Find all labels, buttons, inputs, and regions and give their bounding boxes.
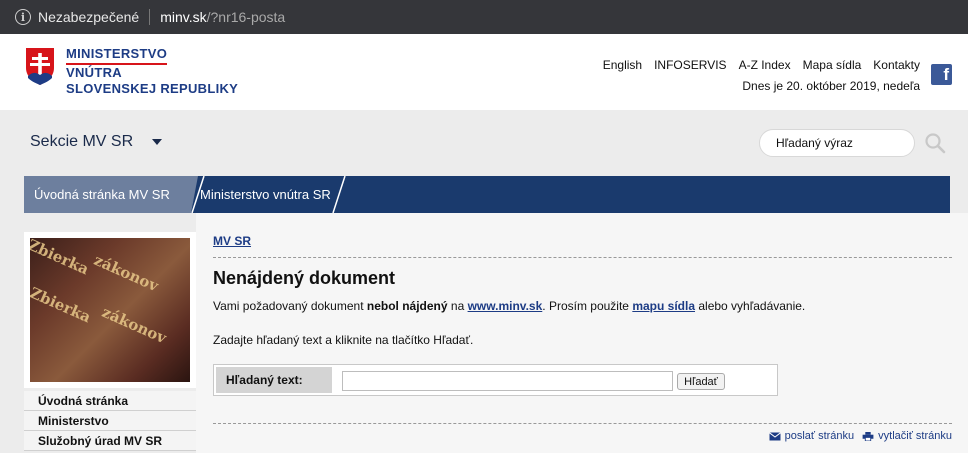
- nav-english[interactable]: English: [603, 58, 642, 72]
- logo-text: MINISTERSTVO VNÚTRA SLOVENSKEJ REPUBLIKY: [66, 46, 239, 96]
- ministry-logo[interactable]: MINISTERSTVO VNÚTRA SLOVENSKEJ REPUBLIKY: [24, 46, 238, 97]
- search-label: Hľadaný text:: [216, 367, 332, 393]
- info-icon[interactable]: i: [15, 9, 31, 25]
- current-date: Dnes je 20. október 2019, nedeľa: [742, 79, 920, 93]
- chevron-down-icon[interactable]: [152, 139, 162, 145]
- collection-of-laws-image: Zbierka zákonov Zbierka zákonov: [30, 238, 190, 382]
- sidebar-item-home[interactable]: Úvodná stránka: [24, 391, 196, 411]
- url-path[interactable]: /?nr16-posta: [207, 9, 286, 25]
- sidebar-item-ministry[interactable]: Ministerstvo: [24, 411, 196, 431]
- site-header: MINISTERSTVO VNÚTRA SLOVENSKEJ REPUBLIKY…: [0, 34, 968, 110]
- divider: [213, 423, 952, 424]
- sidebar-item-service-office[interactable]: Služobný úrad MV SR: [24, 431, 196, 451]
- security-status: Nezabezpečené: [38, 9, 140, 25]
- page-title: Nenájdený dokument: [213, 268, 396, 288]
- nav-site-map[interactable]: Mapa sídla: [803, 58, 862, 72]
- coat-of-arms-icon: [26, 48, 54, 85]
- send-page-link[interactable]: poslať stránku: [785, 430, 855, 442]
- top-navigation: English INFOSERVIS A-Z Index Mapa sídla …: [591, 58, 920, 72]
- search-button[interactable]: Hľadať: [677, 373, 725, 390]
- sidebar-banner[interactable]: Zbierka zákonov Zbierka zákonov: [24, 232, 196, 388]
- browser-address-bar[interactable]: i Nezabezpečené minv.sk /?nr16-posta: [0, 0, 968, 34]
- nav-infoservis[interactable]: INFOSERVIS: [654, 58, 726, 72]
- site-map-link[interactable]: mapu sídla: [632, 299, 695, 313]
- minv-link[interactable]: www.minv.sk: [468, 299, 543, 313]
- breadcrumb-ministry[interactable]: Ministerstvo vnútra SR: [200, 176, 331, 213]
- search-text-input[interactable]: [342, 371, 673, 391]
- print-page-link[interactable]: vytlačiť stránku: [878, 430, 952, 442]
- nav-az-index[interactable]: A-Z Index: [739, 58, 791, 72]
- facebook-icon[interactable]: f: [931, 64, 952, 85]
- nav-contacts[interactable]: Kontakty: [873, 58, 920, 72]
- not-found-message: Vami požadovaný dokument nebol nájdený n…: [213, 299, 806, 313]
- divider: [149, 9, 151, 25]
- site-search-input[interactable]: Hľadaný výraz: [759, 129, 915, 157]
- search-form: Hľadaný text: Hľadať: [213, 364, 778, 396]
- search-icon[interactable]: [924, 132, 946, 154]
- breadcrumb-separator: [332, 176, 346, 213]
- printer-icon[interactable]: [862, 431, 874, 441]
- breadcrumb: Úvodná stránka MV SR Ministerstvo vnútra…: [24, 176, 950, 213]
- section-link[interactable]: MV SR: [213, 234, 251, 248]
- divider: [213, 257, 952, 258]
- search-instruction: Zadajte hľadaný text a kliknite na tlačí…: [213, 333, 474, 347]
- envelope-icon[interactable]: [768, 431, 781, 441]
- breadcrumb-home[interactable]: Úvodná stránka MV SR: [24, 176, 198, 213]
- page-actions: poslať stránku vytlačiť stránku: [768, 430, 952, 442]
- sidebar-menu: Úvodná stránka Ministerstvo Služobný úra…: [24, 391, 196, 451]
- url-host[interactable]: minv.sk: [160, 9, 206, 25]
- sections-label: Sekcie MV SR: [30, 133, 134, 150]
- sections-dropdown[interactable]: Sekcie MV SR: [30, 133, 133, 151]
